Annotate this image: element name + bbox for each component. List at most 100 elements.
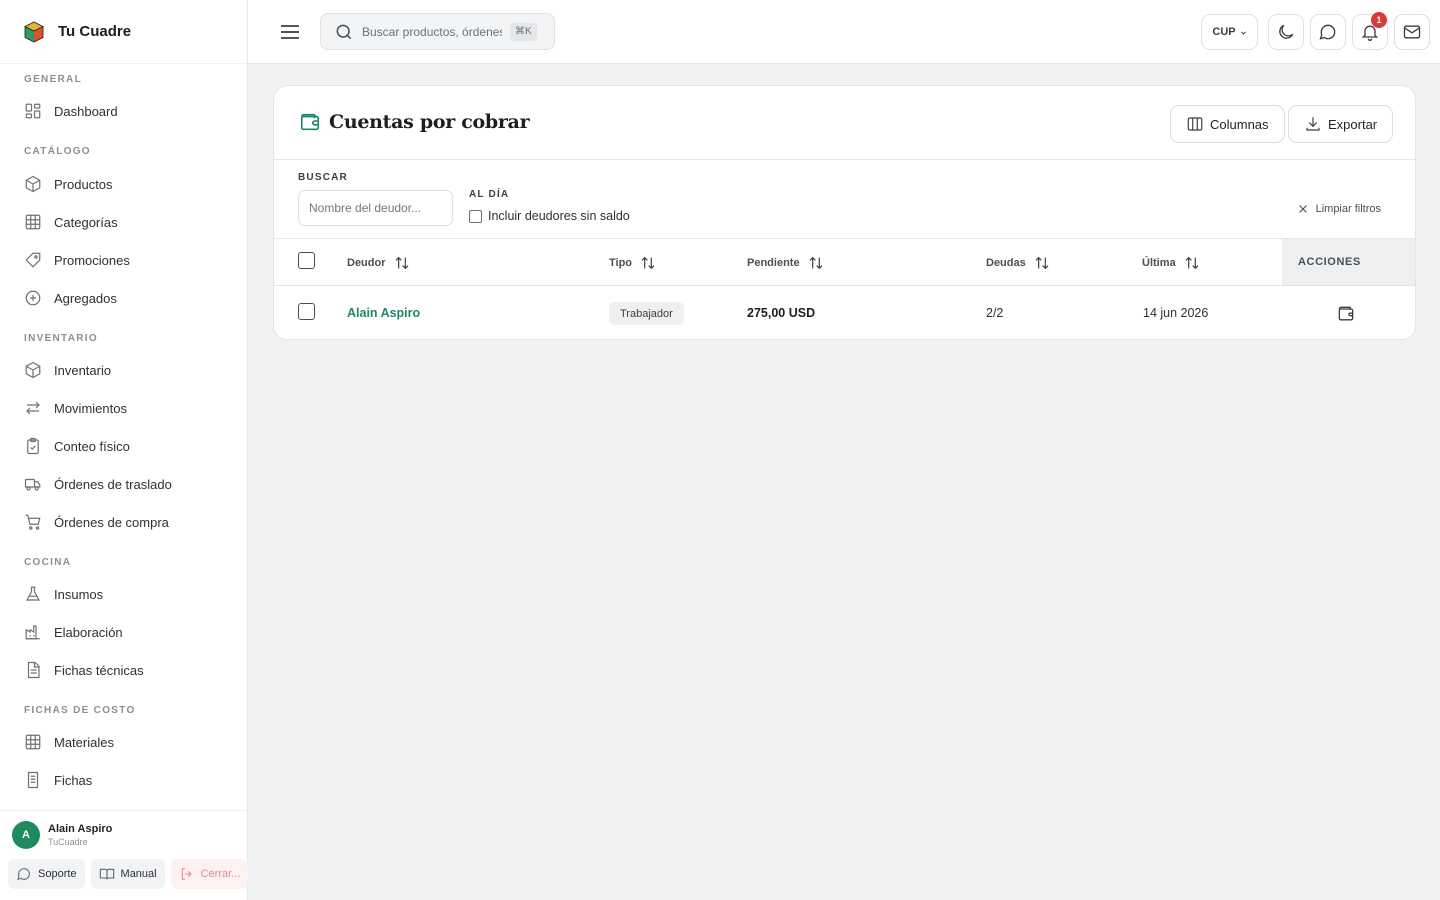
clear-filters-button[interactable]: Limpiar filtros (1296, 202, 1381, 216)
row-checkbox[interactable] (298, 303, 315, 320)
page-title: Cuentas por cobrar (329, 111, 530, 133)
columns-label: Columnas (1210, 116, 1269, 132)
columns-icon (1186, 115, 1204, 133)
global-search[interactable]: ⌘K (320, 13, 555, 50)
logout-icon (179, 866, 195, 882)
sidebar-item-label: Conteo físico (54, 438, 130, 454)
theme-toggle-button[interactable] (1268, 14, 1304, 50)
notification-badge: 1 (1371, 12, 1387, 28)
document-icon (24, 771, 42, 789)
manual-button[interactable]: Manual (90, 859, 165, 889)
sidebar-item-dashboard[interactable]: Dashboard (12, 94, 236, 128)
table-row[interactable]: Alain Aspiro Trabajador 275,00 USD 2/2 1… (274, 286, 1415, 339)
column-header-debts[interactable]: Deudas (986, 255, 1050, 271)
logout-label: Cerrar... (200, 868, 241, 880)
mail-button[interactable] (1394, 14, 1430, 50)
chat-icon (1318, 22, 1338, 42)
select-all-checkbox[interactable] (298, 252, 315, 269)
plus-circle-icon (24, 289, 42, 307)
column-header-label: Deudor (347, 257, 386, 269)
download-icon (1304, 115, 1322, 133)
column-header-last[interactable]: Última (1142, 255, 1200, 271)
checkbox[interactable] (469, 209, 482, 223)
clipboard-check-icon (24, 437, 42, 455)
debts-count: 2/2 (986, 306, 1004, 320)
notifications-button[interactable]: 1 (1352, 12, 1388, 50)
debtor-search-input[interactable] (298, 190, 453, 226)
sidebar-item-agregados[interactable]: Agregados (12, 281, 236, 315)
sidebar-item-label: Productos (54, 176, 113, 192)
chevron-down-icon (1240, 29, 1247, 36)
user-profile[interactable]: A Alain Aspiro TuCuadre (12, 821, 112, 849)
sidebar-nav: GENERAL Dashboard CATÁLOGO Productos Cat… (0, 64, 247, 810)
sidebar-item-label: Fichas técnicas (54, 662, 144, 678)
section-label-catalogo: CATÁLOGO (24, 146, 91, 157)
chat-button[interactable] (1310, 14, 1346, 50)
menu-icon[interactable] (278, 20, 302, 44)
sidebar-item-inventario[interactable]: Inventario (12, 353, 236, 387)
sidebar-item-label: Insumos (54, 586, 104, 602)
sidebar: Tu Cuadre GENERAL Dashboard CATÁLOGO Pro… (0, 0, 249, 900)
export-button[interactable]: Exportar (1288, 105, 1394, 143)
currency-select[interactable]: CUP (1201, 14, 1258, 50)
sidebar-item-ordenes-traslado[interactable]: Órdenes de traslado (12, 467, 236, 501)
sidebar-item-ordenes-compra[interactable]: Órdenes de compra (12, 505, 236, 539)
card-header: Cuentas por cobrar Columnas Exportar (274, 86, 1415, 160)
column-header-type[interactable]: Tipo (609, 255, 656, 271)
sidebar-item-promociones[interactable]: Promociones (12, 243, 236, 277)
sidebar-item-insumos[interactable]: Insumos (12, 577, 236, 611)
grid-icon (24, 213, 42, 231)
search-shortcut: ⌘K (510, 22, 537, 41)
column-header-pending[interactable]: Pendiente (747, 255, 824, 271)
column-header-label: Última (1142, 257, 1176, 269)
column-header-label: Tipo (609, 257, 633, 269)
brand[interactable]: Tu Cuadre (0, 0, 247, 64)
receivables-card: Cuentas por cobrar Columnas Exportar BUS… (273, 85, 1416, 340)
arrows-icon (24, 399, 42, 417)
sidebar-item-fichas-tecnicas[interactable]: Fichas técnicas (12, 653, 236, 687)
sidebar-item-materiales[interactable]: Materiales (12, 725, 236, 759)
search-filter-label: BUSCAR (298, 172, 348, 183)
sidebar-item-label: Órdenes de traslado (54, 476, 172, 492)
sort-icon (394, 255, 410, 271)
sidebar-item-productos[interactable]: Productos (12, 167, 236, 201)
sidebar-item-categorias[interactable]: Categorías (12, 205, 236, 239)
support-button[interactable]: Soporte (8, 859, 85, 889)
columns-button[interactable]: Columnas (1170, 105, 1285, 143)
sidebar-item-label: Dashboard (54, 103, 118, 119)
sort-icon (1184, 255, 1200, 271)
section-label-fichas-costo: FICHAS DE COSTO (24, 705, 136, 716)
status-filter-label: AL DÍA (469, 189, 510, 200)
manual-label: Manual (120, 868, 157, 880)
sort-icon (1034, 255, 1050, 271)
book-icon (99, 866, 115, 882)
close-icon (1296, 202, 1310, 216)
debtor-name-link[interactable]: Alain Aspiro (347, 306, 420, 320)
support-label: Soporte (38, 868, 77, 880)
global-search-input[interactable] (362, 24, 502, 39)
section-label-inventario: INVENTARIO (24, 333, 98, 344)
include-no-balance-checkbox[interactable]: Incluir deudores sin saldo (469, 209, 630, 223)
document-icon (24, 661, 42, 679)
moon-icon (1276, 22, 1296, 42)
user-org: TuCuadre (48, 837, 88, 847)
column-header-debtor[interactable]: Deudor (347, 255, 410, 271)
sidebar-item-movimientos[interactable]: Movimientos (12, 391, 236, 425)
truck-icon (24, 475, 42, 493)
sidebar-item-label: Materiales (54, 734, 114, 750)
wallet-icon (299, 111, 321, 133)
wallet-icon[interactable] (1336, 304, 1356, 324)
topbar: ⌘K CUP 1 (248, 0, 1440, 64)
grid-icon (24, 733, 42, 751)
sidebar-item-conteo-fisico[interactable]: Conteo físico (12, 429, 236, 463)
clear-filters-label: Limpiar filtros (1315, 203, 1381, 215)
export-label: Exportar (1328, 116, 1378, 132)
sidebar-item-elaboracion[interactable]: Elaboración (12, 615, 236, 649)
filters-bar: BUSCAR AL DÍA Incluir deudores sin saldo… (274, 160, 1415, 239)
logout-button[interactable]: Cerrar... (170, 859, 249, 889)
sidebar-footer: A Alain Aspiro TuCuadre Soporte Manual C… (0, 810, 249, 900)
cube-logo-icon (22, 20, 46, 44)
sidebar-item-label: Elaboración (54, 624, 123, 640)
flask-icon (24, 585, 42, 603)
sidebar-item-fichas[interactable]: Fichas (12, 763, 236, 797)
